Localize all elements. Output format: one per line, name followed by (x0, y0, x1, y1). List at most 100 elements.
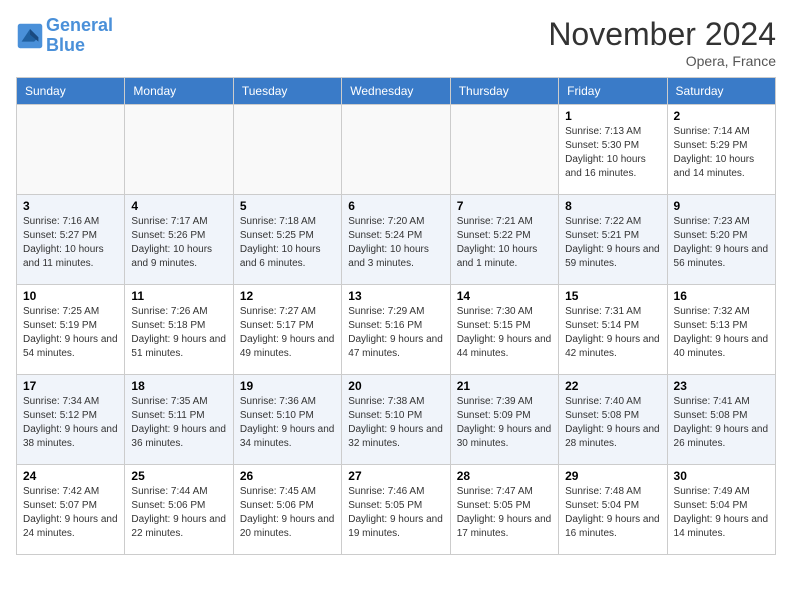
day-number: 17 (23, 379, 118, 393)
day-info: Sunrise: 7:42 AM Sunset: 5:07 PM Dayligh… (23, 485, 118, 541)
day-info: Sunrise: 7:23 AM Sunset: 5:20 PM Dayligh… (674, 215, 769, 271)
day-info: Sunrise: 7:14 AM Sunset: 5:29 PM Dayligh… (674, 125, 769, 181)
calendar-cell: 1 Sunrise: 7:13 AM Sunset: 5:30 PM Daylig… (559, 105, 667, 195)
day-number: 16 (674, 289, 769, 303)
logo-icon (16, 22, 44, 50)
calendar-cell: 21 Sunrise: 7:39 AM Sunset: 5:09 PM Dayli… (450, 375, 558, 465)
day-number: 2 (674, 109, 769, 123)
calendar-cell: 7 Sunrise: 7:21 AM Sunset: 5:22 PM Daylig… (450, 195, 558, 285)
day-info: Sunrise: 7:40 AM Sunset: 5:08 PM Dayligh… (565, 395, 660, 451)
calendar-week-1: 3 Sunrise: 7:16 AM Sunset: 5:27 PM Daylig… (17, 195, 776, 285)
day-info: Sunrise: 7:41 AM Sunset: 5:08 PM Dayligh… (674, 395, 769, 451)
day-info: Sunrise: 7:48 AM Sunset: 5:04 PM Dayligh… (565, 485, 660, 541)
calendar-cell: 23 Sunrise: 7:41 AM Sunset: 5:08 PM Dayli… (667, 375, 775, 465)
day-number: 28 (457, 469, 552, 483)
day-number: 6 (348, 199, 443, 213)
day-number: 20 (348, 379, 443, 393)
day-info: Sunrise: 7:21 AM Sunset: 5:22 PM Dayligh… (457, 215, 552, 271)
calendar-cell: 9 Sunrise: 7:23 AM Sunset: 5:20 PM Daylig… (667, 195, 775, 285)
day-info: Sunrise: 7:34 AM Sunset: 5:12 PM Dayligh… (23, 395, 118, 451)
calendar-cell: 26 Sunrise: 7:45 AM Sunset: 5:06 PM Dayli… (233, 465, 341, 555)
calendar-week-4: 24 Sunrise: 7:42 AM Sunset: 5:07 PM Dayli… (17, 465, 776, 555)
calendar-cell: 24 Sunrise: 7:42 AM Sunset: 5:07 PM Dayli… (17, 465, 125, 555)
day-number: 19 (240, 379, 335, 393)
title-section: November 2024 Opera, France (548, 16, 776, 69)
calendar-cell: 25Sunrise: 7:44 AM Sunset: 5:06 PM Dayli… (125, 465, 233, 555)
day-info: Sunrise: 7:38 AM Sunset: 5:10 PM Dayligh… (348, 395, 443, 451)
day-number: 30 (674, 469, 769, 483)
day-info: Sunrise: 7:47 AM Sunset: 5:05 PM Dayligh… (457, 485, 552, 541)
col-monday: Monday (125, 78, 233, 105)
calendar-cell (125, 105, 233, 195)
day-info: Sunrise: 7:26 AM Sunset: 5:18 PM Dayligh… (131, 305, 226, 361)
calendar-week-0: 1 Sunrise: 7:13 AM Sunset: 5:30 PM Daylig… (17, 105, 776, 195)
calendar-cell: 3 Sunrise: 7:16 AM Sunset: 5:27 PM Daylig… (17, 195, 125, 285)
day-info: Sunrise: 7:18 AM Sunset: 5:25 PM Dayligh… (240, 215, 335, 271)
col-sunday: Sunday (17, 78, 125, 105)
calendar-cell: 10Sunrise: 7:25 AM Sunset: 5:19 PM Dayli… (17, 285, 125, 375)
calendar-cell: 19Sunrise: 7:36 AM Sunset: 5:10 PM Dayli… (233, 375, 341, 465)
calendar-week-3: 17 Sunrise: 7:34 AM Sunset: 5:12 PM Dayli… (17, 375, 776, 465)
calendar-cell: 5Sunrise: 7:18 AM Sunset: 5:25 PM Daylig… (233, 195, 341, 285)
calendar-table: Sunday Monday Tuesday Wednesday Thursday… (16, 77, 776, 555)
page-header: General Blue November 2024 Opera, France (16, 16, 776, 69)
calendar-cell: 11 Sunrise: 7:26 AM Sunset: 5:18 PM Dayli… (125, 285, 233, 375)
day-info: Sunrise: 7:31 AM Sunset: 5:14 PM Dayligh… (565, 305, 660, 361)
day-number: 18 (131, 379, 226, 393)
col-thursday: Thursday (450, 78, 558, 105)
day-info: Sunrise: 7:44 AM Sunset: 5:06 PM Dayligh… (131, 485, 226, 541)
calendar-cell: 14 Sunrise: 7:30 AM Sunset: 5:15 PM Dayli… (450, 285, 558, 375)
day-number: 14 (457, 289, 552, 303)
calendar-cell: 12 Sunrise: 7:27 AM Sunset: 5:17 PM Dayli… (233, 285, 341, 375)
day-number: 7 (457, 199, 552, 213)
day-info: Sunrise: 7:32 AM Sunset: 5:13 PM Dayligh… (674, 305, 769, 361)
day-info: Sunrise: 7:20 AM Sunset: 5:24 PM Dayligh… (348, 215, 443, 271)
day-number: 10 (23, 289, 118, 303)
calendar-cell: 8Sunrise: 7:22 AM Sunset: 5:21 PM Daylig… (559, 195, 667, 285)
calendar-cell: 30 Sunrise: 7:49 AM Sunset: 5:04 PM Dayli… (667, 465, 775, 555)
day-number: 12 (240, 289, 335, 303)
calendar-cell: 2 Sunrise: 7:14 AM Sunset: 5:29 PM Daylig… (667, 105, 775, 195)
day-number: 26 (240, 469, 335, 483)
calendar-cell: 27Sunrise: 7:46 AM Sunset: 5:05 PM Dayli… (342, 465, 450, 555)
day-number: 23 (674, 379, 769, 393)
calendar-cell (233, 105, 341, 195)
day-number: 29 (565, 469, 660, 483)
day-info: Sunrise: 7:17 AM Sunset: 5:26 PM Dayligh… (131, 215, 226, 271)
day-info: Sunrise: 7:39 AM Sunset: 5:09 PM Dayligh… (457, 395, 552, 451)
col-friday: Friday (559, 78, 667, 105)
day-number: 4 (131, 199, 226, 213)
calendar-week-2: 10Sunrise: 7:25 AM Sunset: 5:19 PM Dayli… (17, 285, 776, 375)
day-info: Sunrise: 7:29 AM Sunset: 5:16 PM Dayligh… (348, 305, 443, 361)
calendar-cell (17, 105, 125, 195)
col-saturday: Saturday (667, 78, 775, 105)
day-number: 22 (565, 379, 660, 393)
col-wednesday: Wednesday (342, 78, 450, 105)
calendar-cell (342, 105, 450, 195)
day-number: 8 (565, 199, 660, 213)
calendar-cell: 29 Sunrise: 7:48 AM Sunset: 5:04 PM Dayli… (559, 465, 667, 555)
calendar-cell: 13 Sunrise: 7:29 AM Sunset: 5:16 PM Dayli… (342, 285, 450, 375)
day-info: Sunrise: 7:49 AM Sunset: 5:04 PM Dayligh… (674, 485, 769, 541)
day-number: 1 (565, 109, 660, 123)
calendar-cell: 6 Sunrise: 7:20 AM Sunset: 5:24 PM Daylig… (342, 195, 450, 285)
day-number: 21 (457, 379, 552, 393)
day-info: Sunrise: 7:45 AM Sunset: 5:06 PM Dayligh… (240, 485, 335, 541)
day-info: Sunrise: 7:13 AM Sunset: 5:30 PM Dayligh… (565, 125, 660, 181)
day-info: Sunrise: 7:16 AM Sunset: 5:27 PM Dayligh… (23, 215, 118, 271)
day-number: 27 (348, 469, 443, 483)
day-number: 13 (348, 289, 443, 303)
calendar-cell: 28 Sunrise: 7:47 AM Sunset: 5:05 PM Dayli… (450, 465, 558, 555)
calendar-cell: 4 Sunrise: 7:17 AM Sunset: 5:26 PM Daylig… (125, 195, 233, 285)
day-number: 15 (565, 289, 660, 303)
day-info: Sunrise: 7:27 AM Sunset: 5:17 PM Dayligh… (240, 305, 335, 361)
calendar-header-row: Sunday Monday Tuesday Wednesday Thursday… (17, 78, 776, 105)
day-number: 3 (23, 199, 118, 213)
day-info: Sunrise: 7:35 AM Sunset: 5:11 PM Dayligh… (131, 395, 226, 451)
day-number: 11 (131, 289, 226, 303)
logo-blue: Blue (46, 35, 85, 55)
day-info: Sunrise: 7:30 AM Sunset: 5:15 PM Dayligh… (457, 305, 552, 361)
calendar-cell: 16 Sunrise: 7:32 AM Sunset: 5:13 PM Dayli… (667, 285, 775, 375)
day-number: 24 (23, 469, 118, 483)
day-number: 9 (674, 199, 769, 213)
